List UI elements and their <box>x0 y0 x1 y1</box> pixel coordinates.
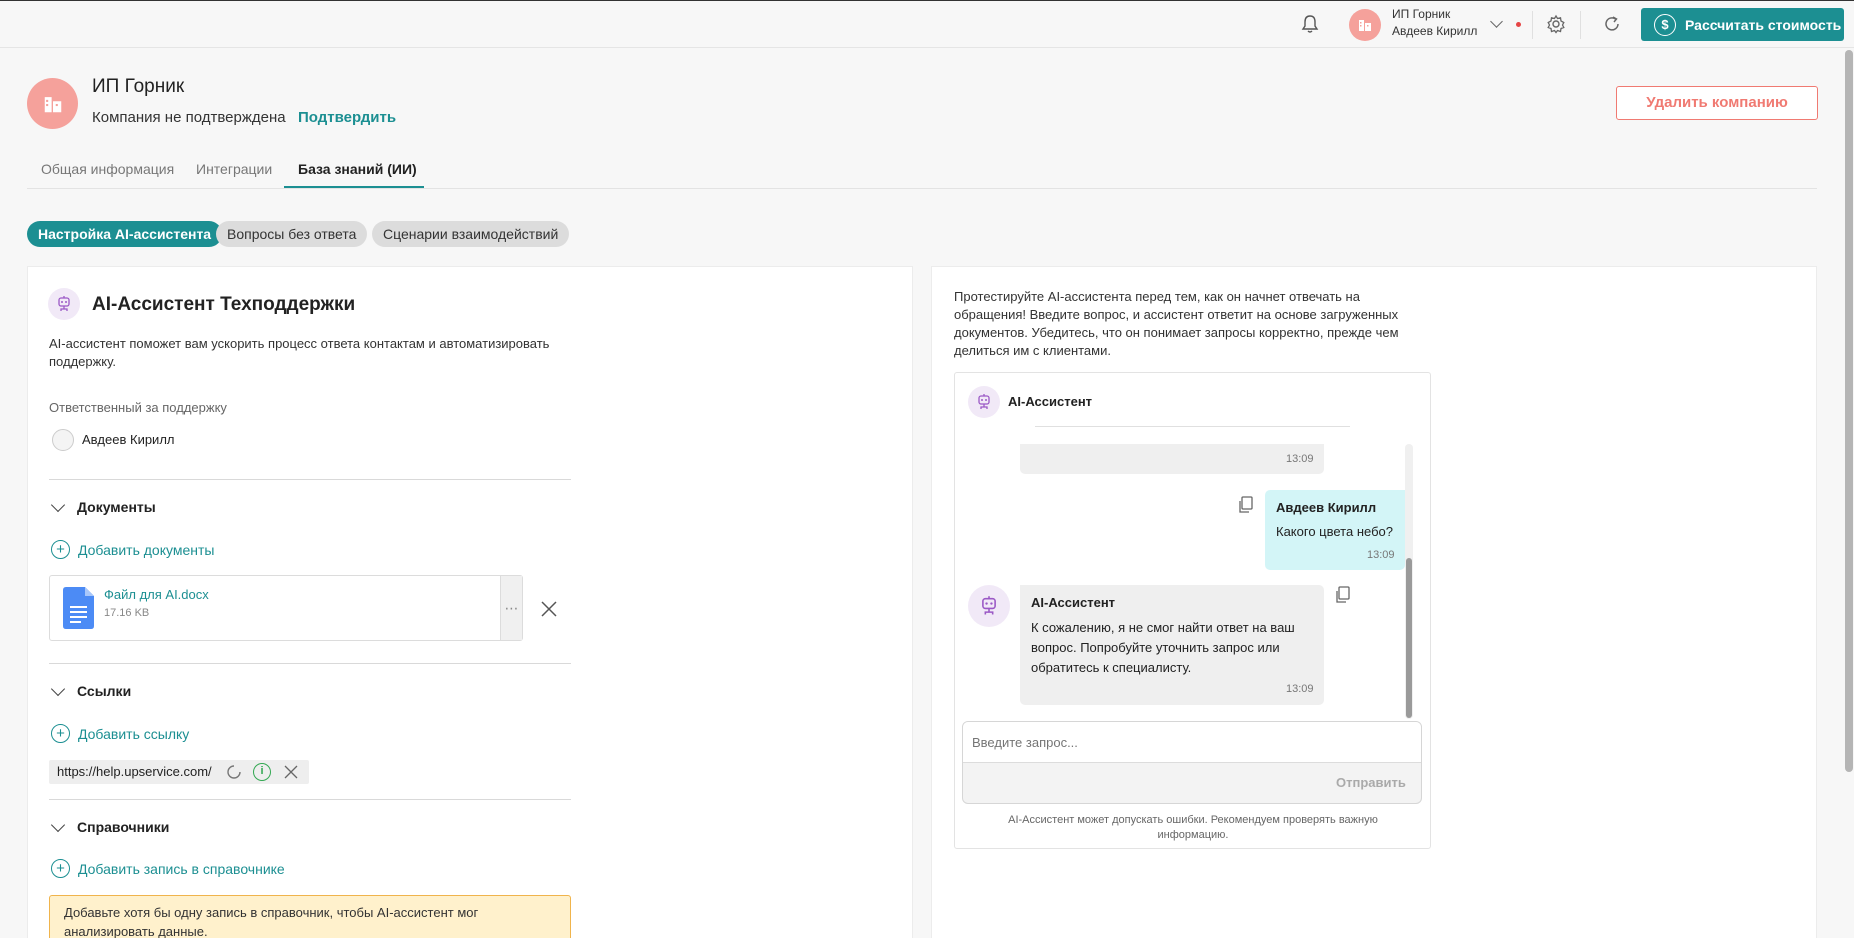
confirm-link[interactable]: Подтвердить <box>298 109 396 126</box>
chevron-down-icon[interactable] <box>1490 15 1503 28</box>
user-message-name: Авдеев Кирилл <box>1276 500 1377 515</box>
divider-vertical <box>1532 11 1533 39</box>
user-name: Авдеев Кирилл <box>1392 24 1478 38</box>
plus-circle-icon: + <box>51 540 70 559</box>
notification-dot <box>1516 22 1521 27</box>
divider-vertical <box>1580 11 1581 39</box>
company-status: Компания не подтверждена <box>92 109 286 126</box>
subtab-ai-settings[interactable]: Настройка AI-ассистента <box>27 221 223 247</box>
gear-icon[interactable] <box>1545 13 1567 35</box>
tab-general-info[interactable]: Общая информация <box>41 161 174 177</box>
add-reference-button[interactable]: + Добавить запись в справочнике <box>51 859 285 878</box>
robot-icon <box>48 288 80 320</box>
chevron-down-icon <box>50 817 66 833</box>
company-name: ИП Горник <box>92 76 185 97</box>
message-time: 13:09 <box>1367 549 1395 561</box>
chat-header-divider <box>1035 426 1350 427</box>
plus-circle-icon: + <box>51 724 70 743</box>
tab-integrations[interactable]: Интеграции <box>196 161 272 177</box>
user-message-text: Какого цвета небо? <box>1276 524 1393 539</box>
message-time: 13:09 <box>1286 683 1314 695</box>
partial-message-bubble <box>1020 444 1324 474</box>
robot-avatar <box>968 585 1010 627</box>
references-title: Справочники <box>77 819 170 835</box>
link-url[interactable]: https://help.upservice.com/ <box>57 764 212 779</box>
test-intro: Протестируйте AI-ассистента перед тем, к… <box>954 289 1399 358</box>
file-menu-button[interactable]: ⋯ <box>500 576 522 640</box>
bot-message-text: К сожалению, я не смог найти ответ на ва… <box>1031 620 1295 675</box>
file-size: 17.16 KB <box>104 607 150 619</box>
tab-knowledge-base[interactable]: База знаний (ИИ) <box>298 161 417 177</box>
responsible-name: Авдеев Кирилл <box>82 432 175 447</box>
loading-icon <box>226 764 242 780</box>
subtab-unanswered[interactable]: Вопросы без ответа <box>216 221 368 247</box>
chat-title: AI-Ассистент <box>1008 394 1093 409</box>
responsible-label: Ответственный за поддержку <box>49 400 227 415</box>
copy-icon[interactable] <box>1335 586 1351 604</box>
tab-active-indicator <box>284 186 424 188</box>
add-documents-label: Добавить документы <box>78 541 215 558</box>
close-icon[interactable] <box>284 765 298 779</box>
chat-scrollbar-thumb[interactable] <box>1406 558 1412 718</box>
tabs-divider <box>27 188 1817 189</box>
send-button[interactable]: Отправить <box>1336 775 1406 790</box>
section-divider <box>49 479 571 480</box>
file-name[interactable]: Файл для AI.docx <box>104 587 209 602</box>
calculate-cost-label: Рассчитать стоимость <box>1685 16 1842 33</box>
delete-company-button[interactable]: Удалить компанию <box>1616 86 1818 120</box>
add-link-label: Добавить ссылку <box>78 725 190 742</box>
copy-icon[interactable] <box>1238 496 1254 514</box>
warning-text: Добавьте хотя бы одну запись в справочни… <box>64 905 479 938</box>
links-title: Ссылки <box>77 683 132 699</box>
robot-icon <box>968 386 1000 418</box>
plus-circle-icon: + <box>51 859 70 878</box>
company-avatar <box>27 78 78 129</box>
documents-title: Документы <box>77 499 156 515</box>
assistant-description: AI-ассистент поможет вам ускорить процес… <box>49 336 550 369</box>
documents-section-toggle[interactable]: Документы <box>50 497 156 515</box>
user-avatar[interactable] <box>1349 9 1381 41</box>
docx-file-icon <box>63 587 94 629</box>
chat-input[interactable] <box>972 731 1412 753</box>
chevron-down-icon <box>50 497 66 513</box>
references-warning: Добавьте хотя бы одну запись в справочни… <box>49 895 571 938</box>
responsible-avatar[interactable] <box>52 429 74 451</box>
links-section-toggle[interactable]: Ссылки <box>50 681 132 699</box>
add-documents-button[interactable]: + Добавить документы <box>51 540 214 559</box>
calculate-cost-button[interactable]: $ Рассчитать стоимость <box>1641 8 1844 41</box>
chevron-down-icon <box>50 681 66 697</box>
add-link-button[interactable]: + Добавить ссылку <box>51 724 189 743</box>
info-icon[interactable]: i <box>253 763 271 781</box>
bell-icon[interactable] <box>1299 13 1321 35</box>
add-reference-label: Добавить запись в справочнике <box>78 860 285 877</box>
refresh-icon[interactable] <box>1601 13 1623 35</box>
bot-message-name: AI-Ассистент <box>1031 595 1116 610</box>
references-section-toggle[interactable]: Справочники <box>50 817 170 835</box>
user-company: ИП Горник <box>1392 7 1451 21</box>
message-time: 13:09 <box>1286 453 1314 465</box>
page-scrollbar-thumb[interactable] <box>1845 50 1853 772</box>
dollar-icon: $ <box>1654 13 1676 36</box>
top-bar: ИП Горник Авдеев Кирилл $ Рассчитать сто… <box>0 0 1854 48</box>
section-divider <box>49 663 571 664</box>
section-divider <box>49 799 571 800</box>
chat-disclaimer: AI-Ассистент может допускать ошибки. Рек… <box>1008 814 1378 841</box>
close-icon[interactable] <box>540 600 558 618</box>
subtab-scenarios[interactable]: Сценарии взаимодействий <box>372 221 570 247</box>
assistant-title: AI-Ассистент Техподдержки <box>92 294 356 315</box>
